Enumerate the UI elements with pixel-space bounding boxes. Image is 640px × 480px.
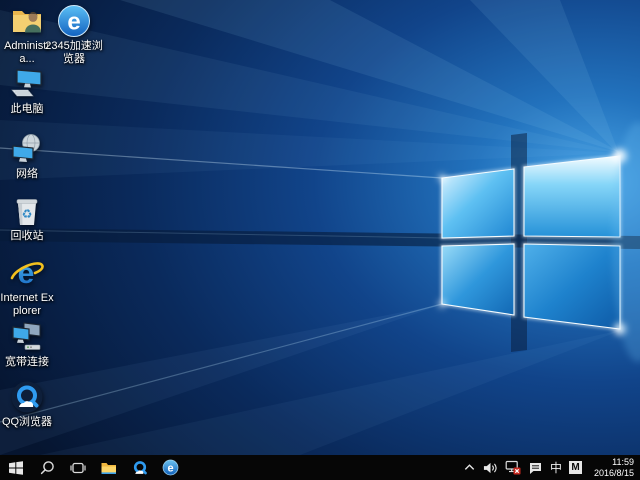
desktop-icon-label: 此电脑 (0, 103, 56, 116)
2345-browser-icon: e (162, 459, 179, 476)
desktop-icon-label: QQ浏览器 (0, 416, 56, 429)
svg-text:♻: ♻ (22, 207, 33, 221)
desktop-icon-internet-explorer[interactable]: e Internet Explorer (0, 256, 56, 318)
chevron-up-icon (463, 461, 476, 474)
svg-text:e: e (18, 257, 35, 290)
notifications-button[interactable] (528, 461, 543, 475)
computer-icon (10, 67, 44, 101)
search-icon (39, 460, 55, 476)
ime-language-indicator[interactable]: M (569, 461, 582, 474)
svg-text:e: e (167, 463, 173, 475)
taskbar-buttons: e (0, 455, 186, 480)
desktop[interactable]: Administra... e 2345加速浏览器 此电脑 (0, 0, 640, 455)
task-view-icon (70, 460, 86, 476)
system-tray: 中 M 11:59 2016/8/15 (463, 455, 640, 480)
recycle-bin-icon: ♻ (10, 194, 44, 228)
desktop-icon-network[interactable]: 网络 (0, 132, 56, 181)
desktop-icon-2345-browser[interactable]: e 2345加速浏览器 (44, 4, 104, 66)
clock-time: 11:59 (590, 457, 634, 468)
2345-browser-icon: e (57, 4, 91, 38)
desktop-icon-qq-browser[interactable]: QQ浏览器 (0, 380, 56, 429)
taskbar-clock[interactable]: 11:59 2016/8/15 (589, 457, 637, 478)
desktop-icon-recycle-bin[interactable]: ♻ 回收站 (0, 194, 56, 243)
svg-text:e: e (67, 9, 80, 36)
2345-browser-button[interactable]: e (155, 455, 186, 480)
qq-browser-icon (131, 459, 149, 477)
desktop-icon-label: 回收站 (0, 230, 56, 243)
clock-date: 2016/8/15 (590, 468, 634, 479)
desktop-icon-label: 网络 (0, 168, 56, 181)
qq-browser-button[interactable] (124, 455, 155, 480)
message-icon (528, 461, 543, 475)
ime-mode-indicator[interactable]: 中 (550, 462, 562, 474)
task-view-button[interactable] (62, 455, 93, 480)
folder-icon (100, 460, 117, 476)
volume-button[interactable] (483, 461, 498, 475)
desktop-icon-this-pc[interactable]: 此电脑 (0, 67, 56, 116)
user-folder-icon (10, 4, 44, 38)
network-globe-icon (10, 132, 44, 166)
qq-browser-icon (10, 380, 44, 414)
network-disconnected-icon (505, 460, 521, 475)
desktop-icon-label: Internet Explorer (0, 292, 56, 318)
wallpaper-hero (0, 0, 640, 455)
desktop-icon-broadband[interactable]: 宽带连接 (0, 320, 56, 369)
network-status-button[interactable] (505, 460, 521, 475)
start-button[interactable] (0, 455, 31, 480)
file-explorer-button[interactable] (93, 455, 124, 480)
ie-icon: e (10, 256, 44, 290)
volume-icon (483, 461, 498, 475)
search-button[interactable] (31, 455, 62, 480)
tray-expand-button[interactable] (463, 461, 476, 474)
windows-logo-icon (8, 460, 24, 476)
taskbar: e (0, 455, 640, 480)
broadband-icon (10, 320, 44, 354)
desktop-icon-label: 宽带连接 (0, 356, 56, 369)
desktop-icon-label: 2345加速浏览器 (44, 40, 104, 66)
